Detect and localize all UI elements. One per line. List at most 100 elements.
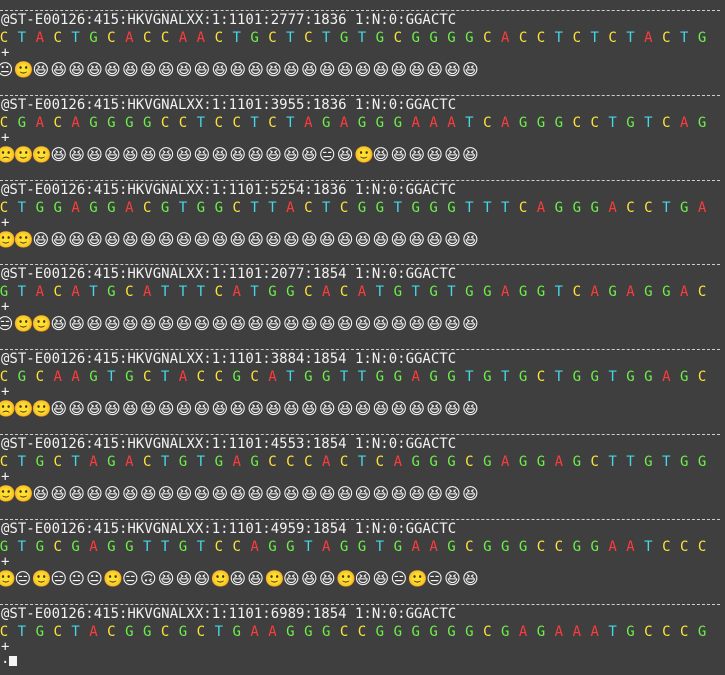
nucleotide-A: A <box>572 623 582 640</box>
quality-face-icon: 😆 <box>318 483 336 503</box>
quality-face-icon: 😑 <box>318 144 336 164</box>
nucleotide-C: C <box>662 538 671 555</box>
quality-line: 🙁 🙂 🙂 😆 😆 😆 😆 😆 😆 😆 😆 😆 😆 😆 😆 😆 😆 😆 😑 😆 🙂 😆 😆 😆 😆 😆 😆 <box>0 145 725 165</box>
quality-face-icon: 😆 <box>354 314 372 334</box>
quality-face-icon: 😆 <box>318 314 336 334</box>
terminal-window[interactable]: @ST-E00126:415:HKVGNALXX:1:1101:2777:183… <box>0 0 725 675</box>
quality-face-icon: 😆 <box>444 144 461 164</box>
nucleotide-T: T <box>483 199 492 216</box>
fastq-record: @ST-E00126:415:HKVGNALXX:1:1101:5254:183… <box>0 170 725 255</box>
nucleotide-G: G <box>357 538 367 555</box>
quality-face-icon: 🙂 <box>103 568 124 588</box>
nucleotide-G: G <box>447 623 456 640</box>
quality-face-icon: 😑 <box>121 568 139 588</box>
nucleotide-T: T <box>304 538 313 555</box>
quality-face-icon: 😆 <box>211 314 229 334</box>
nucleotide-C: C <box>286 453 295 470</box>
quality-face-icon: 😆 <box>426 483 443 503</box>
quality-face-icon: 😆 <box>193 229 211 249</box>
nucleotide-G: G <box>662 284 671 301</box>
quality-face-icon: 😆 <box>104 60 121 79</box>
nucleotide-A: A <box>554 623 564 640</box>
quality-face-icon: 😆 <box>354 60 372 79</box>
nucleotide-G: G <box>17 114 27 131</box>
nucleotide-C: C <box>465 453 474 470</box>
quality-face-icon: 🙂 <box>407 568 428 588</box>
quality-face-icon: 😆 <box>462 399 479 419</box>
nucleotide-A: A <box>500 453 510 470</box>
quality-face-icon: 😆 <box>444 60 461 79</box>
quality-face-icon: 🙂 <box>13 229 34 249</box>
nucleotide-T: T <box>447 284 456 301</box>
nucleotide-C: C <box>304 453 313 470</box>
nucleotide-G: G <box>554 199 564 216</box>
nucleotide-G: G <box>89 114 98 131</box>
quality-face-icon: 🙁 <box>0 399 16 419</box>
nucleotide-G: G <box>375 369 385 386</box>
quality-face-icon: 😆 <box>247 144 264 164</box>
quality-face-icon: 😆 <box>283 568 300 588</box>
quality-face-icon: 😆 <box>157 60 175 79</box>
nucleotide-C: C <box>0 623 9 640</box>
quality-face-icon: 😆 <box>104 399 121 419</box>
nucleotide-A: A <box>232 284 241 301</box>
quality-face-icon: 😆 <box>121 483 139 503</box>
nucleotide-C: C <box>214 369 224 386</box>
read-header: @ST-E00126:415:HKVGNALXX:1:1101:2077:185… <box>1 266 457 283</box>
nucleotide-G: G <box>232 369 241 386</box>
nucleotide-G: G <box>465 30 474 46</box>
nucleotide-C: C <box>572 30 582 46</box>
nucleotide-T: T <box>17 199 27 216</box>
nucleotide-A: A <box>286 199 295 216</box>
quality-face-icon: 😆 <box>121 60 139 79</box>
nucleotide-A: A <box>429 114 438 131</box>
sequence-line: CTACTGCACCAACTGCTCTGTGCGGGGCACCTCTCTACTG <box>0 29 725 47</box>
nucleotide-G: G <box>178 453 188 470</box>
nucleotide-T: T <box>626 30 635 46</box>
nucleotide-A: A <box>178 30 188 46</box>
quality-face-icon: 😆 <box>426 60 443 79</box>
nucleotide-G: G <box>89 30 98 46</box>
separator-line <box>0 603 720 605</box>
nucleotide-T: T <box>214 623 224 640</box>
quality-face-icon: 😆 <box>462 568 479 588</box>
nucleotide-C: C <box>53 623 62 640</box>
nucleotide-C: C <box>196 369 206 386</box>
nucleotide-C: C <box>142 453 152 470</box>
nucleotide-C: C <box>53 453 62 470</box>
quality-face-icon: 😆 <box>426 314 443 334</box>
quality-face-icon: 🙁 <box>0 144 16 164</box>
nucleotide-G: G <box>572 369 582 386</box>
quality-face-icon: 🙂 <box>31 399 52 419</box>
quality-face-icon: 😆 <box>68 229 85 249</box>
quality-face-icon: 🙂 <box>13 399 34 419</box>
quality-face-icon: 😆 <box>300 229 318 249</box>
nucleotide-G: G <box>107 199 116 216</box>
nucleotide-G: G <box>393 114 403 131</box>
quality-face-icon: 😆 <box>283 399 300 419</box>
nucleotide-G: G <box>321 114 331 131</box>
quality-face-icon: 😆 <box>408 483 426 503</box>
quality-face-icon: 😆 <box>354 568 372 588</box>
quality-face-icon: 😆 <box>211 399 229 419</box>
nucleotide-C: C <box>375 453 385 470</box>
quality-face-icon: 😆 <box>86 483 103 503</box>
nucleotide-G: G <box>447 453 456 470</box>
nucleotide-T: T <box>160 369 170 386</box>
quality-face-icon: 😆 <box>157 483 175 503</box>
quality-face-icon: 😆 <box>390 60 408 79</box>
quality-face-icon: 😆 <box>247 568 264 588</box>
nucleotide-T: T <box>321 30 331 46</box>
nucleotide-G: G <box>393 284 403 301</box>
nucleotide-G: G <box>626 369 635 386</box>
quality-face-icon: 😑 <box>0 314 14 334</box>
quality-face-icon: 😑 <box>426 568 443 588</box>
quality-face-icon: 🙂 <box>13 60 34 79</box>
nucleotide-G: G <box>500 623 510 640</box>
nucleotide-G: G <box>125 623 134 640</box>
nucleotide-C: C <box>536 30 546 46</box>
quality-face-icon: 😐 <box>68 568 85 588</box>
nucleotide-A: A <box>89 538 98 555</box>
quality-face-icon: 🙃 <box>139 568 157 588</box>
quality-face-icon: 😆 <box>462 60 479 79</box>
